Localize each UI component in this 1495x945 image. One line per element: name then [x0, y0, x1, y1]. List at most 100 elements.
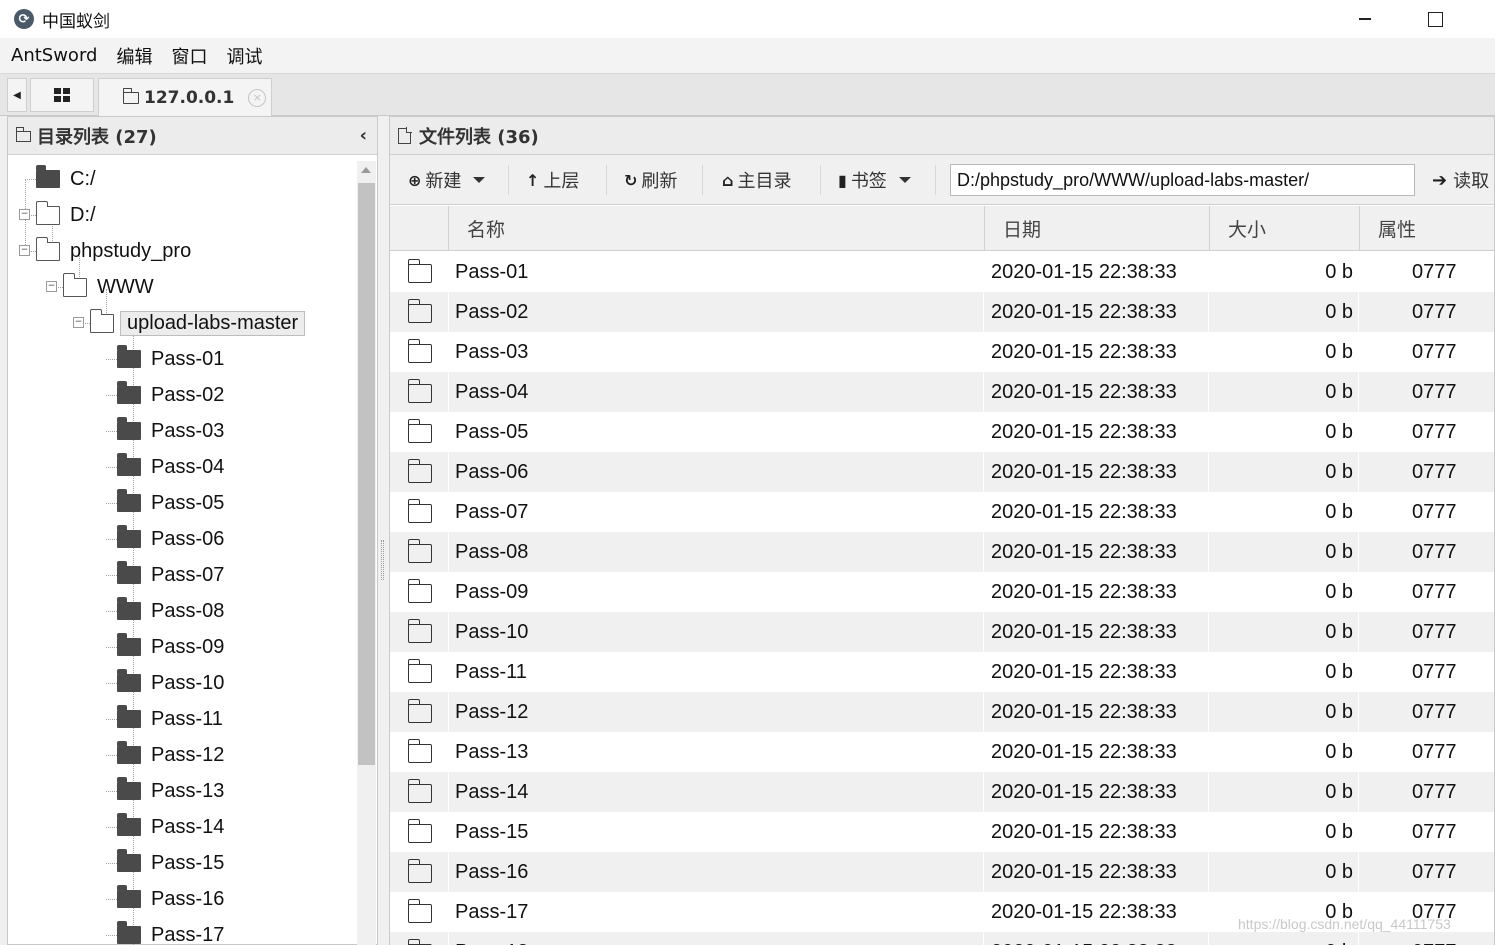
file-row[interactable]: Pass-11 2020-01-15 22:38:33 0 b 0777	[390, 652, 1494, 692]
file-row[interactable]: Pass-12 2020-01-15 22:38:33 0 b 0777	[390, 692, 1494, 732]
file-row[interactable]: Pass-09 2020-01-15 22:38:33 0 b 0777	[390, 572, 1494, 612]
file-row[interactable]: Pass-16 2020-01-15 22:38:33 0 b 0777	[390, 852, 1494, 892]
file-size: 0 b	[1325, 740, 1353, 763]
column-header-date[interactable]: 日期	[984, 206, 1209, 251]
file-row[interactable]: Pass-08 2020-01-15 22:38:33 0 b 0777	[390, 532, 1494, 572]
tree-node[interactable]: Pass-09	[117, 632, 224, 662]
tree-node[interactable]: upload-labs-master	[89, 308, 306, 338]
close-icon[interactable]: ×	[248, 88, 267, 107]
folder-filled-icon	[117, 525, 141, 548]
menu-window[interactable]: 窗口	[171, 43, 207, 69]
menu-debug[interactable]: 调试	[226, 43, 262, 69]
new-label: 新建	[425, 171, 462, 192]
file-name: Pass-06	[455, 460, 529, 483]
folder-filled-icon	[117, 561, 141, 584]
column-header-size[interactable]: 大小	[1209, 206, 1359, 251]
tree-node[interactable]: Pass-07	[117, 560, 224, 590]
tree-node[interactable]: Pass-08	[117, 596, 224, 626]
file-row[interactable]: Pass-18 2020-01-15 22:38:33 0 b 0777	[390, 932, 1494, 945]
file-name: Pass-03	[455, 340, 529, 363]
column-header-name[interactable]: 名称	[448, 206, 984, 251]
file-row[interactable]: Pass-06 2020-01-15 22:38:33 0 b 0777	[390, 452, 1494, 492]
new-button[interactable]: ⊕ 新建	[408, 163, 486, 197]
tree-node[interactable]: phpstudy_pro	[35, 236, 192, 266]
file-row[interactable]: Pass-01 2020-01-15 22:38:33 0 b 0777	[390, 252, 1494, 292]
tree-node[interactable]: Pass-17	[117, 920, 224, 945]
file-attr: 0777	[1412, 460, 1457, 483]
file-name: Pass-07	[455, 500, 529, 523]
tree-node[interactable]: Pass-02	[117, 380, 224, 410]
file-size: 0 b	[1325, 260, 1353, 283]
refresh-button[interactable]: ↻ 刷新	[624, 163, 677, 197]
tree-node-label: Pass-09	[151, 635, 225, 658]
tree-node[interactable]: Pass-12	[117, 740, 224, 770]
tree-scrollbar[interactable]	[357, 161, 376, 945]
file-date: 2020-01-15 22:38:33	[991, 260, 1177, 283]
tree-node[interactable]: Pass-05	[117, 488, 224, 518]
file-date: 2020-01-15 22:38:33	[991, 380, 1177, 403]
tree-node[interactable]: D:/	[35, 200, 96, 230]
tree-node[interactable]: Pass-10	[117, 668, 224, 698]
tree-node[interactable]: Pass-15	[117, 848, 224, 878]
folder-filled-icon	[117, 921, 141, 944]
tree-node[interactable]: Pass-13	[117, 776, 224, 806]
menu-edit[interactable]: 编辑	[116, 43, 152, 69]
tree-node[interactable]: Pass-06	[117, 524, 224, 554]
file-row[interactable]: Pass-15 2020-01-15 22:38:33 0 b 0777	[390, 812, 1494, 852]
panel-splitter[interactable]	[381, 540, 384, 580]
minimize-button[interactable]	[1335, 4, 1395, 34]
tab-scroll-left-button[interactable]: ◀	[7, 78, 27, 112]
file-name: Pass-10	[455, 620, 529, 643]
tree-node-label: Pass-16	[151, 887, 225, 910]
tree-node-label: D:/	[70, 203, 96, 226]
tree-node[interactable]: Pass-16	[117, 884, 224, 914]
file-attr: 0777	[1412, 580, 1457, 603]
tree-node-label: phpstudy_pro	[70, 239, 192, 262]
tree-node[interactable]: Pass-11	[117, 704, 223, 734]
tab-shell-127-0-0-1[interactable]: 127.0.0.1 ×	[98, 78, 272, 116]
file-name: Pass-14	[455, 780, 529, 803]
file-size: 0 b	[1325, 500, 1353, 523]
file-attr: 0777	[1412, 932, 1457, 945]
tree-collapse-toggle-icon[interactable]: −	[19, 209, 30, 220]
home-dir-button[interactable]: ⌂ 主目录	[722, 163, 791, 197]
file-row[interactable]: Pass-07 2020-01-15 22:38:33 0 b 0777	[390, 492, 1494, 532]
file-date: 2020-01-15 22:38:33	[991, 660, 1177, 683]
menu-antsword[interactable]: AntSword	[11, 45, 97, 66]
folder-open-icon	[35, 200, 60, 225]
folder-icon	[407, 699, 432, 723]
maximize-button[interactable]	[1405, 4, 1465, 34]
file-attr: 0777	[1412, 540, 1457, 563]
tree-node[interactable]: WWW	[62, 272, 154, 302]
folder-icon	[407, 299, 432, 323]
tree-node[interactable]: C:/	[36, 164, 96, 194]
file-row[interactable]: Pass-02 2020-01-15 22:38:33 0 b 0777	[390, 292, 1494, 332]
column-header-attr[interactable]: 属性	[1359, 206, 1494, 251]
tree-node[interactable]: Pass-04	[117, 452, 224, 482]
read-path-button[interactable]: ➔ 读取	[1432, 163, 1489, 197]
file-row[interactable]: Pass-05 2020-01-15 22:38:33 0 b 0777	[390, 412, 1494, 452]
tree-node-label: Pass-04	[151, 455, 225, 478]
up-button[interactable]: ↑ 上层	[526, 163, 579, 197]
file-row[interactable]: Pass-03 2020-01-15 22:38:33 0 b 0777	[390, 332, 1494, 372]
file-row[interactable]: Pass-13 2020-01-15 22:38:33 0 b 0777	[390, 732, 1494, 772]
tree-collapse-toggle-icon[interactable]: −	[73, 317, 84, 328]
path-input[interactable]	[950, 164, 1415, 196]
file-row[interactable]: Pass-10 2020-01-15 22:38:33 0 b 0777	[390, 612, 1494, 652]
tree-scroll-thumb[interactable]	[358, 183, 375, 765]
tab-home-grid[interactable]	[30, 78, 94, 112]
tree-node[interactable]: Pass-14	[117, 812, 224, 842]
file-name: Pass-16	[455, 860, 529, 883]
tree-collapse-toggle-icon[interactable]: −	[19, 245, 30, 256]
collapse-panel-button[interactable]: ‹	[360, 125, 367, 146]
file-row[interactable]: Pass-04 2020-01-15 22:38:33 0 b 0777	[390, 372, 1494, 412]
tree-node[interactable]: Pass-03	[117, 416, 224, 446]
file-row[interactable]: Pass-14 2020-01-15 22:38:33 0 b 0777	[390, 772, 1494, 812]
tree-collapse-toggle-icon[interactable]: −	[46, 281, 57, 292]
tree-node-label: Pass-17	[151, 923, 225, 945]
file-date: 2020-01-15 22:38:33	[991, 820, 1177, 843]
directory-panel-title: 目录列表 (27)	[37, 126, 157, 148]
tree-node[interactable]: Pass-01	[117, 344, 224, 374]
scroll-up-arrow-icon[interactable]	[361, 167, 371, 173]
bookmark-button[interactable]: ▮ 书签	[838, 163, 911, 197]
